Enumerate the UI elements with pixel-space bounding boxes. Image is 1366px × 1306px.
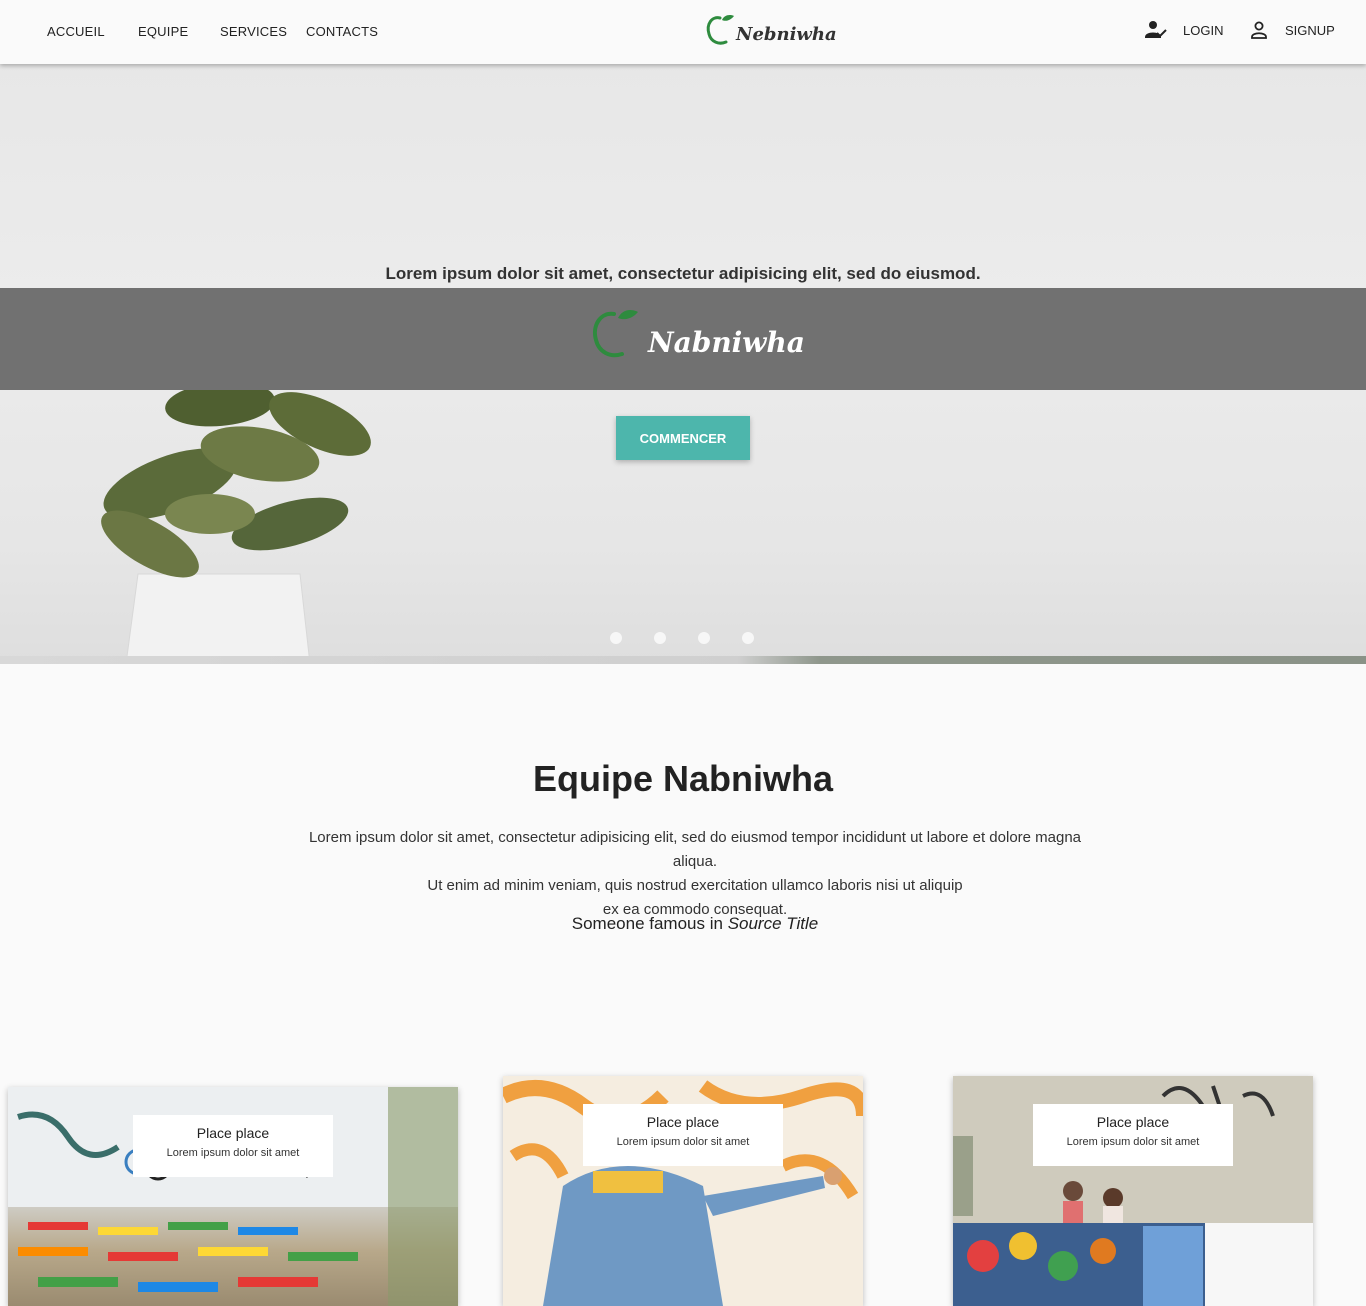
quote-footer: Someone famous in Source Title	[0, 914, 1366, 934]
card-title: Place place	[196, 1125, 270, 1141]
card-subtitle: Lorem ipsum dolor sit amet	[1066, 1136, 1200, 1148]
quote-prefix: Someone famous in	[571, 914, 723, 933]
plant-image	[101, 381, 371, 664]
team-card-3[interactable]: Place place Lorem ipsum dolor sit amet	[953, 1076, 1313, 1306]
card-label: Place place Lorem ipsum dolor sit amet	[583, 1104, 783, 1166]
carousel-indicators	[610, 632, 754, 644]
quote-source: Source Title	[727, 914, 819, 933]
carousel-dot-4[interactable]	[742, 632, 754, 644]
hero-logo-band: Nabniwha	[0, 288, 1366, 390]
brand-name: Nebniwha	[736, 24, 837, 45]
nav-link-contacts[interactable]: CONTACTS	[306, 24, 378, 39]
card-subtitle: Lorem ipsum dolor sit amet	[166, 1147, 300, 1159]
card-label: Place place Lorem ipsum dolor sit amet	[133, 1115, 333, 1177]
carousel-dot-3[interactable]	[698, 632, 710, 644]
card-subtitle: Lorem ipsum dolor sit amet	[616, 1136, 750, 1148]
signup-button[interactable]: SIGNUP	[1249, 20, 1335, 40]
team-card-2[interactable]: Place place Lorem ipsum dolor sit amet	[503, 1076, 863, 1306]
start-button[interactable]: COMMENCER	[616, 416, 750, 460]
nav-link-equipe[interactable]: EQUIPE	[138, 24, 188, 39]
leaf-logo-icon	[706, 15, 734, 45]
carousel-dot-1[interactable]	[610, 632, 622, 644]
section-description: Lorem ipsum dolor sit amet, consectetur …	[290, 826, 1100, 922]
card-label: Place place Lorem ipsum dolor sit amet	[1033, 1104, 1233, 1166]
person-outline-icon	[1251, 21, 1267, 39]
hero-tagline: Lorem ipsum dolor sit amet, consectetur …	[385, 264, 981, 283]
signup-label: SIGNUP	[1285, 22, 1335, 38]
hero-brand-name: Nabniwha	[648, 326, 805, 359]
leaf-logo-icon	[593, 310, 638, 358]
hero-carousel: Lorem ipsum dolor sit amet, consectetur …	[0, 64, 1366, 664]
card-title: Place place	[646, 1114, 720, 1130]
description-line: Lorem ipsum dolor sit amet, consectetur …	[308, 829, 1082, 870]
team-card-1[interactable]: Place place Lorem ipsum dolor sit amet	[8, 1087, 458, 1306]
carousel-dot-2[interactable]	[654, 632, 666, 644]
nav-link-accueil[interactable]: ACCUEIL	[47, 24, 105, 39]
brand-logo[interactable]: Nebniwha	[704, 10, 837, 50]
person-check-icon	[1145, 21, 1167, 38]
nav-link-services[interactable]: SERVICES	[220, 24, 287, 39]
top-navbar: ACCUEIL EQUIPE SERVICES CONTACTS Nebniwh…	[0, 0, 1366, 64]
login-button[interactable]: LOGIN	[1145, 20, 1223, 40]
description-line: Ut enim ad minim veniam, quis nostrud ex…	[427, 877, 963, 894]
section-title: Equipe Nabniwha	[532, 758, 834, 799]
login-label: LOGIN	[1183, 22, 1224, 38]
card-title: Place place	[1096, 1114, 1170, 1130]
hero-bottom-edge	[0, 656, 1366, 664]
